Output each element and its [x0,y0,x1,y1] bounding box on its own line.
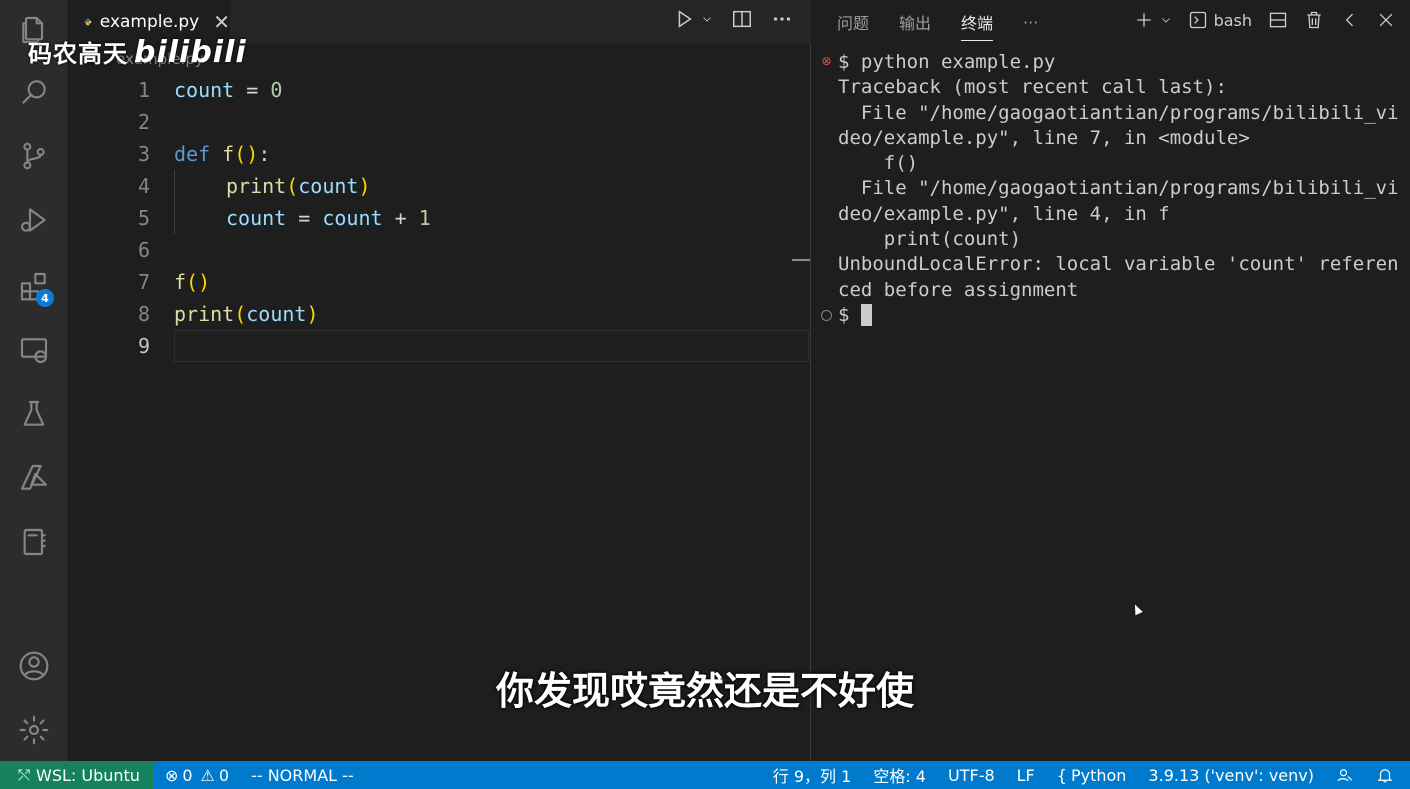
panel-actions: bash [1134,10,1396,30]
new-terminal-icon[interactable] [1134,10,1154,30]
line-number: 3 [137,142,150,166]
warning-count: 0 [218,765,230,785]
tab-output[interactable]: 输出 [899,10,931,34]
language-label: Python [1070,765,1127,785]
terminal-shell-selector[interactable]: bash [1188,10,1252,30]
run-debug-icon[interactable] [16,202,52,238]
code-line[interactable]: count = 0 [174,74,809,106]
error-icon: ⊗ [164,765,179,785]
encoding[interactable]: UTF-8 [937,766,1006,785]
line-number-gutter: 1 2 3 4 5 6 7 8 9 [68,74,150,362]
activity-bar: 4 [0,0,68,761]
tab-terminal[interactable]: 终端 [961,10,994,41]
scrollbar-marker[interactable] [792,259,810,261]
terminal-line: f() [838,152,919,175]
source-control-icon[interactable] [16,138,52,174]
video-subtitle: 你发现哎竟然还是不好使 [495,669,914,713]
line-number: 8 [137,302,150,326]
code-line[interactable] [174,106,809,138]
language-mode[interactable]: {Python [1046,766,1138,785]
settings-gear-icon[interactable] [16,712,52,748]
more-actions-icon[interactable] [771,8,793,30]
remote-label: WSL: Ubuntu [36,765,140,785]
current-line[interactable] [174,330,809,362]
code-line[interactable] [174,234,809,266]
code-line[interactable]: print(count) [174,298,809,330]
terminal-prompt: $ [838,303,861,326]
command-idle-icon[interactable] [821,310,832,321]
watermark-logo: bilibili [134,35,247,70]
run-icon[interactable] [673,8,695,30]
code-line[interactable]: def f(): [174,138,809,170]
terminal-cursor [860,304,872,327]
line-number: 7 [137,270,150,294]
notifications-bell-icon[interactable] [1365,766,1410,784]
extensions-badge: 4 [36,289,54,307]
python-interpreter[interactable]: 3.9.13 ('venv': venv) [1137,766,1325,785]
trash-icon[interactable] [1304,10,1324,30]
code-line[interactable]: f() [174,266,809,298]
remote-explorer-icon[interactable] [16,332,52,368]
terminal-prompt-line[interactable]: $ [838,303,1408,328]
indentation[interactable]: 空格: 4 [862,763,937,787]
shell-label: bash [1213,10,1252,30]
status-bar: ⤲ WSL: Ubuntu ⊗ 0 ⚠ 0 -- NORMAL -- 行 9，列 1… [0,761,1410,789]
terminal-line: Traceback (most recent call last): [838,76,1227,99]
feedback-icon[interactable] [1325,766,1365,784]
chevron-down-icon[interactable] [701,8,713,30]
panel-more-button[interactable]: ··· [1023,13,1038,32]
line-number: 5 [137,206,150,230]
chevron-left-icon[interactable] [1340,10,1360,30]
terminal-panel: 问题 输出 终端 ··· bash ⊗ $ python example.py … [811,0,1410,761]
tab-problems[interactable]: 问题 [837,10,869,34]
close-panel-icon[interactable] [1376,10,1396,30]
line-number: 4 [137,174,150,198]
python-file-icon [84,18,92,26]
terminal-line: deo/example.py", line 7, in <module> [838,126,1250,149]
terminal-icon [1189,11,1206,29]
remote-indicator[interactable]: ⤲ WSL: Ubuntu [0,761,154,789]
split-terminal-icon[interactable] [1268,10,1288,30]
line-number: 2 [137,110,150,134]
line-number: 6 [137,238,150,262]
code-line[interactable]: count = count + 1 [174,202,809,234]
terminal-line: print(count) [838,228,1022,251]
notebook-icon[interactable] [16,524,52,560]
status-right: 行 9，列 1 空格: 4 UTF-8 LF {Python 3.9.13 ('… [762,763,1410,787]
terminal-line: UnboundLocalError: local variable 'count… [838,253,1399,276]
cursor-position[interactable]: 行 9，列 1 [762,763,863,787]
azure-icon[interactable] [16,460,52,496]
split-editor-icon[interactable] [731,8,753,30]
vim-mode: -- NORMAL -- [251,765,354,785]
error-count: 0 [182,765,193,785]
command-error-icon[interactable]: ⊗ [821,55,832,67]
problems-status[interactable]: ⊗ 0 ⚠ 0 [154,766,240,785]
watermark-channel: 码农高天 [28,40,128,68]
close-icon[interactable]: ✕ [213,10,230,34]
editor-actions [673,8,793,30]
remote-icon: ⤲ [18,766,31,784]
panel-tabs: 问题 输出 终端 ··· [837,0,1038,44]
search-icon[interactable] [16,74,52,110]
code-area[interactable]: count = 0 def f(): print(count) count = … [174,74,809,362]
terminal-line: deo/example.py", line 4, in f [838,202,1170,225]
braces-icon: { [1056,765,1067,785]
editor-group: example.py ✕ example.py 1 2 3 4 5 6 7 8 … [68,0,811,761]
terminal-line: ced before assignment [838,278,1079,301]
tab-label: example.py [99,12,200,32]
line-number: 9 [137,334,150,358]
terminal-line: File "/home/gaogaotiantian/programs/bili… [838,177,1399,200]
code-line[interactable]: print(count) [174,170,809,202]
channel-watermark: 码农高天 bilibili [28,34,247,70]
terminal-line: File "/home/gaogaotiantian/programs/bili… [838,101,1399,124]
end-of-line[interactable]: LF [1006,766,1046,785]
chevron-down-icon[interactable] [1160,10,1172,30]
line-number: 1 [137,78,150,102]
testing-icon[interactable] [16,396,52,432]
terminal-output[interactable]: $ python example.py Traceback (most rece… [838,50,1408,328]
terminal-line: $ python example.py [838,51,1056,73]
warning-icon: ⚠ [200,765,215,785]
